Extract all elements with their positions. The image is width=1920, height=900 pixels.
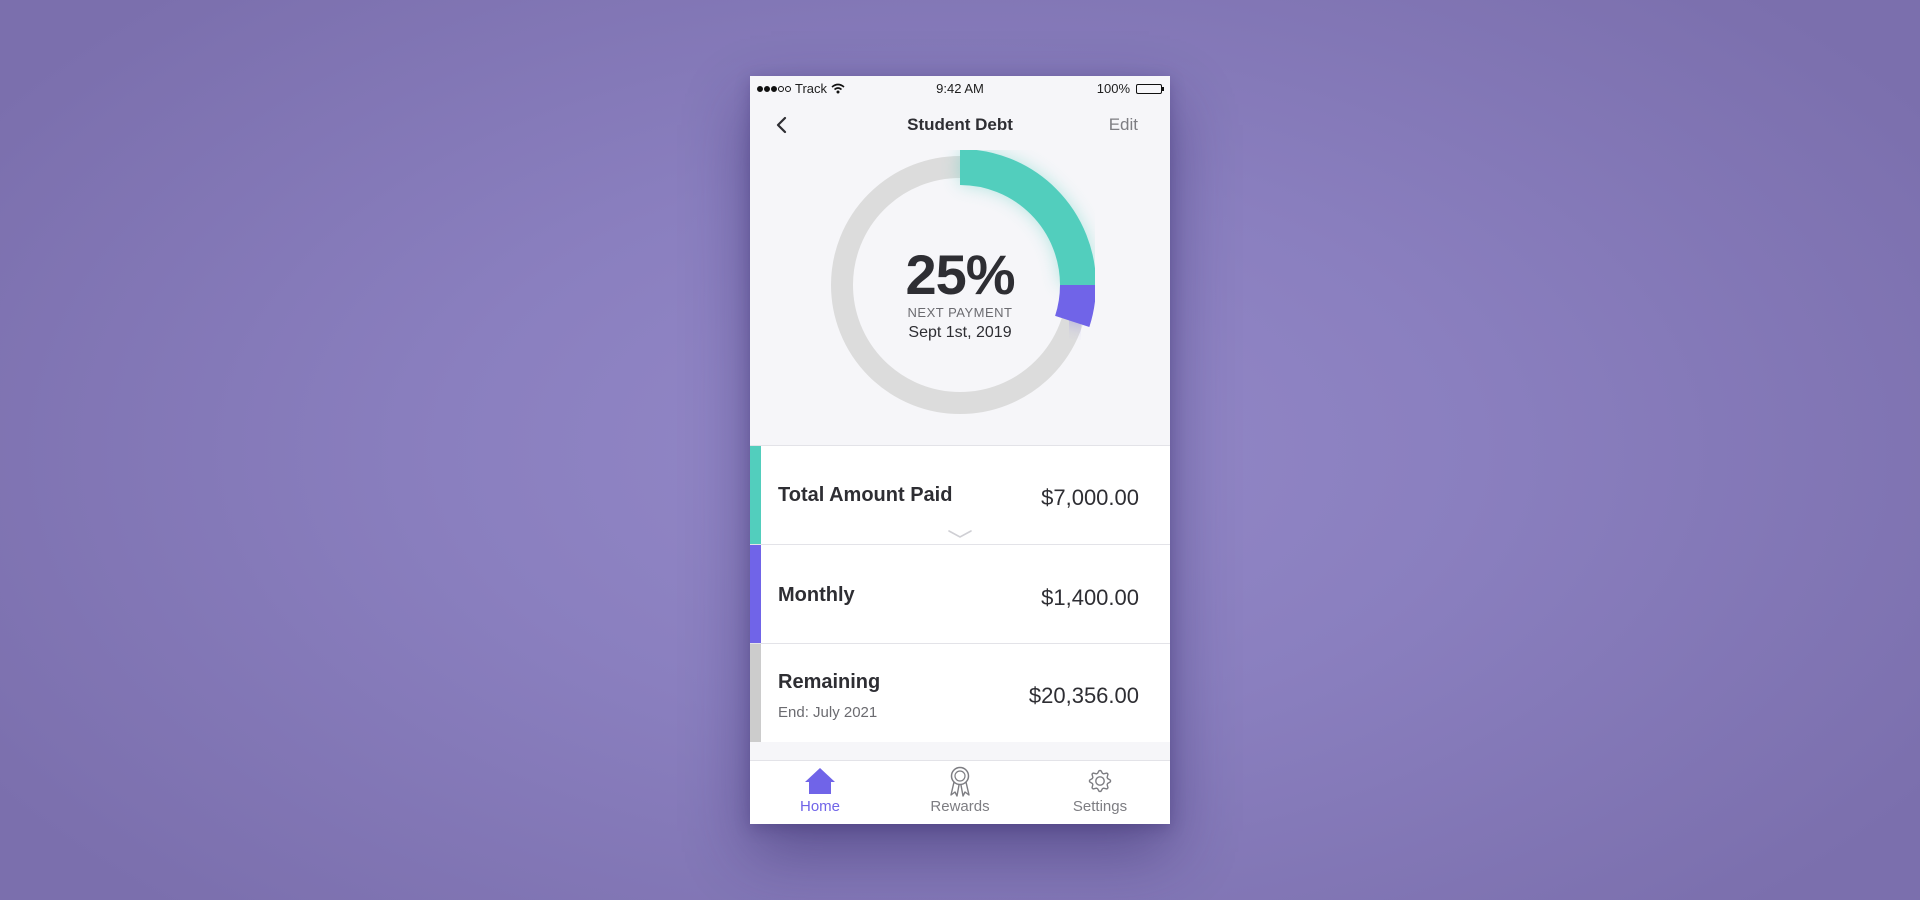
tab-label: Settings xyxy=(1072,798,1128,815)
status-bar: Track 9:42 AM 100% xyxy=(750,76,1170,102)
battery-icon xyxy=(1136,83,1164,94)
row-remaining[interactable]: Remaining End: July 2021 $20,356.00 xyxy=(750,643,1170,742)
summary-list: Total Amount Paid $7,000.00 Monthly $1,4… xyxy=(750,445,1170,742)
row-title: Monthly xyxy=(778,584,855,606)
home-icon xyxy=(805,768,835,794)
row-amount: $7,000.00 xyxy=(1041,485,1139,510)
row-subtitle: End: July 2021 xyxy=(778,704,878,721)
row-total-paid[interactable]: Total Amount Paid $7,000.00 xyxy=(750,445,1170,544)
tab-rewards[interactable]: Rewards xyxy=(890,761,1030,824)
tab-home[interactable]: Home xyxy=(750,761,890,824)
tab-label: Home xyxy=(799,798,840,815)
next-payment-date: Sept 1st, 2019 xyxy=(908,324,1012,341)
gear-icon xyxy=(1088,769,1112,793)
tab-bar: Home Rewards Settings xyxy=(750,760,1170,824)
chevron-down-icon[interactable] xyxy=(947,528,973,540)
row-title: Total Amount Paid xyxy=(778,484,953,506)
battery-percent: 100% xyxy=(1096,81,1130,96)
page-title: Student Debt xyxy=(907,115,1013,134)
row-color-bar xyxy=(750,446,761,544)
award-icon xyxy=(950,766,970,797)
edit-button[interactable]: Edit xyxy=(1109,115,1138,135)
row-amount: $20,356.00 xyxy=(1028,683,1139,708)
status-right: 100% xyxy=(1096,81,1164,96)
progress-percent: 25% xyxy=(905,243,1015,306)
row-monthly[interactable]: Monthly $1,400.00 xyxy=(750,544,1170,643)
row-color-bar xyxy=(750,644,761,742)
row-title: Remaining xyxy=(778,671,881,693)
row-amount: $1,400.00 xyxy=(1041,585,1139,610)
progress-ring: 25% NEXT PAYMENT Sept 1st, 2019 xyxy=(825,150,1095,420)
tab-settings[interactable]: Settings xyxy=(1030,761,1170,824)
row-color-bar xyxy=(750,545,761,643)
tab-label: Rewards xyxy=(930,798,990,815)
phone-screen: Track 9:42 AM 100% Student Debt Edit 25%… xyxy=(750,76,1170,824)
ring-center: 25% NEXT PAYMENT Sept 1st, 2019 xyxy=(825,150,1095,420)
nav-bar: Student Debt Edit xyxy=(750,102,1170,146)
next-payment-label: NEXT PAYMENT xyxy=(907,305,1013,320)
